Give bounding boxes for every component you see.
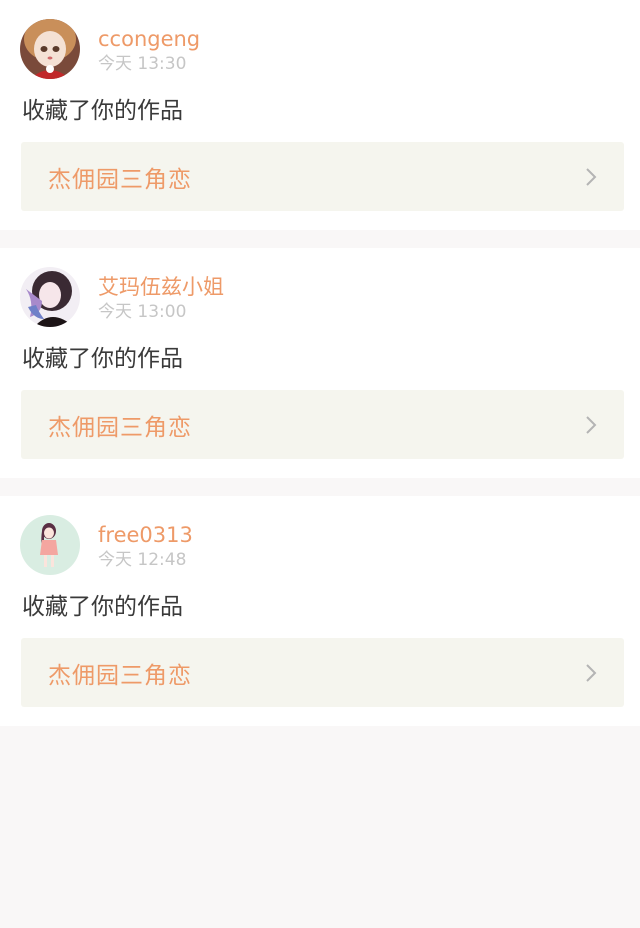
doll-avatar-icon[interactable] (20, 19, 80, 79)
action-text: 收藏了你的作品 (22, 346, 183, 372)
username[interactable]: ccongeng (98, 26, 200, 52)
notification-header: free0313 今天 12:48 (20, 514, 624, 576)
card-divider (0, 478, 640, 496)
action-text: 收藏了你的作品 (22, 98, 183, 124)
username[interactable]: free0313 (98, 522, 193, 548)
card-divider (0, 230, 640, 248)
work-link-button[interactable]: 杰佣园三角恋 (21, 638, 624, 707)
username[interactable]: 艾玛伍兹小姐 (98, 274, 224, 300)
work-title: 杰佣园三角恋 (48, 662, 192, 689)
timestamp: 今天 12:48 (98, 550, 187, 570)
notification-card: ccongeng 今天 13:30 收藏了你的作品 杰佣园三角恋 (0, 0, 640, 230)
chevron-right-icon (584, 662, 598, 684)
cartoon-girl-avatar-icon[interactable] (20, 515, 80, 575)
work-title: 杰佣园三角恋 (48, 414, 192, 441)
chevron-right-icon (584, 414, 598, 436)
action-text: 收藏了你的作品 (22, 594, 183, 620)
notification-card: 艾玛伍兹小姐 今天 13:00 收藏了你的作品 杰佣园三角恋 (0, 248, 640, 478)
timestamp: 今天 13:00 (98, 302, 187, 322)
chevron-right-icon (584, 166, 598, 188)
work-link-button[interactable]: 杰佣园三角恋 (21, 390, 624, 459)
notification-header: 艾玛伍兹小姐 今天 13:00 (20, 266, 624, 328)
notification-card: free0313 今天 12:48 收藏了你的作品 杰佣园三角恋 (0, 496, 640, 726)
anime-girl-avatar-icon[interactable] (20, 267, 80, 327)
notification-feed: ccongeng 今天 13:30 收藏了你的作品 杰佣园三角恋 艾玛伍兹小姐 … (0, 0, 640, 726)
notification-header: ccongeng 今天 13:30 (20, 18, 624, 80)
timestamp: 今天 13:30 (98, 54, 187, 74)
work-title: 杰佣园三角恋 (48, 166, 192, 193)
work-link-button[interactable]: 杰佣园三角恋 (21, 142, 624, 211)
